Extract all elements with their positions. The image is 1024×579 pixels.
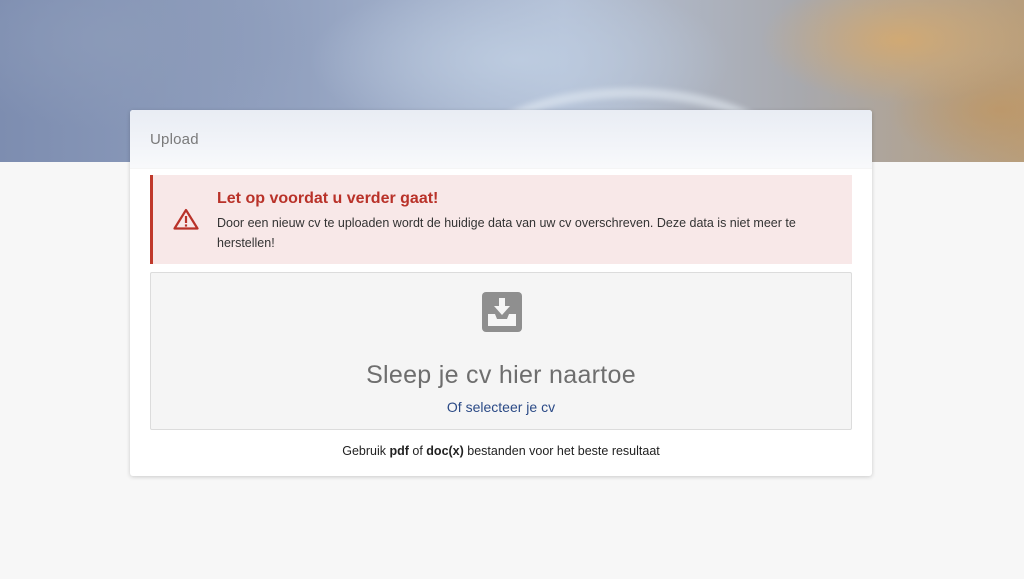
hint-middle: of (408, 444, 427, 458)
hint-format-pdf: pdf (389, 444, 409, 458)
alert-message: Door een nieuw cv te uploaden wordt de h… (217, 216, 796, 250)
upload-card: Upload Let op voordat u verder gaat! Doo… (130, 110, 872, 476)
alert-title: Let op voordat u verder gaat! (217, 190, 439, 207)
hint-prefix: Gebruik (342, 444, 390, 458)
card-title: Upload (150, 131, 199, 148)
inbox-download-icon (482, 292, 522, 332)
cv-dropzone[interactable]: Sleep je cv hier naartoe Of selecteer je… (150, 272, 852, 430)
hint-format-docx: doc(x) (426, 444, 464, 458)
dropzone-title: Sleep je cv hier naartoe (366, 361, 636, 389)
warning-alert: Let op voordat u verder gaat! Door een n… (150, 175, 852, 264)
warning-triangle-icon (173, 208, 199, 230)
card-header: Upload (130, 110, 872, 169)
file-format-hint: Gebruik pdf of doc(x) bestanden voor het… (130, 444, 872, 458)
select-cv-link[interactable]: Of selecteer je cv (447, 399, 555, 415)
hint-suffix: bestanden voor het beste resultaat (463, 444, 660, 458)
